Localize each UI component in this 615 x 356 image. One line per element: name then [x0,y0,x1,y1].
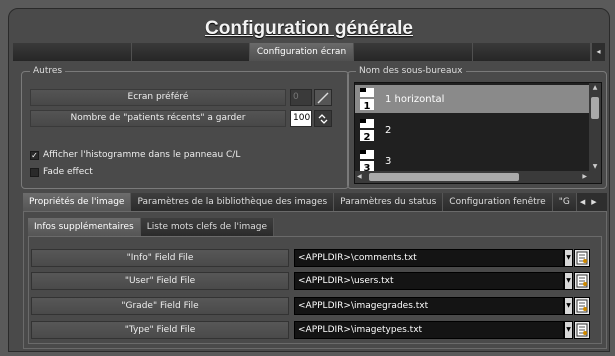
sub-tab-bar: Infos supplémentaires Liste mots clefs d… [28,218,275,236]
desktop-grid-icon: 1 [360,88,374,111]
checkbox-checked-icon[interactable]: ✓ [30,150,39,160]
user-field-row: "User" Field File <APPLDIR>\users.txt ▼ [31,272,590,290]
fade-effect-label: Fade effect [43,167,93,177]
tab-scroll-left-icon[interactable]: ◀ [577,193,588,211]
grade-field-label: "Grade" Field File [31,297,289,315]
list-item[interactable]: 2 2 [355,116,589,144]
tab-g[interactable]: "G [552,193,577,211]
vertical-scrollbar[interactable]: ▲ ▼ [589,83,601,171]
patients-recents-input[interactable]: 100 [290,110,312,127]
sous-bureaux-list[interactable]: 1 1 horizontal 2 2 3 3 ▲ ▼ ◀ ▶ [354,82,602,184]
info-field-row: "Info" Field File <APPLDIR>\comments.txt… [31,249,590,267]
grade-field-input[interactable]: <APPLDIR>\imagegrades.txt [294,297,564,315]
user-field-label: "User" Field File [31,272,289,290]
tab-configuration-fenetre[interactable]: Configuration fenêtre [443,193,553,211]
tab-scroll-left-icon[interactable]: ◂ [591,43,605,61]
page-title: Configuration générale [205,18,413,39]
svg-text:2: 2 [364,132,371,142]
tab-hidden-1[interactable] [13,43,132,61]
type-field-label: "Type" Field File [31,321,289,339]
chevron-down-icon[interactable]: ▼ [564,272,573,290]
desktop-grid-icon: 3 [360,150,374,173]
top-tab-strip: Configuration écran ◂ [13,43,605,61]
pen-icon[interactable] [314,89,332,106]
tab-hidden-4[interactable] [472,43,591,61]
scroll-left-icon[interactable]: ◀ [357,171,362,183]
fade-effect-checkbox[interactable]: Fade effect [30,167,93,177]
tab-parametres-bibliotheque[interactable]: Paramètres de la bibliothèque des images [131,193,335,211]
file-browse-icon[interactable] [574,297,590,315]
info-field-label: "Info" Field File [31,249,289,267]
tab-configuration-ecran[interactable]: Configuration écran [250,43,354,61]
grade-field-row: "Grade" Field File <APPLDIR>\imagegrades… [31,297,590,315]
tab-proprietes-image[interactable]: Propriétés de l'image [23,193,132,211]
main-tab-bar: Propriétés de l'image Paramètres de la b… [23,193,607,211]
checkbox-unchecked-icon[interactable] [30,167,39,177]
ecran-prefere-label: Ecran préféré [30,89,286,106]
file-browse-icon[interactable] [574,321,590,339]
scroll-right-icon[interactable]: ▶ [582,171,587,183]
tab-hidden-3[interactable] [354,43,473,61]
tab-liste-mots-clefs[interactable]: Liste mots clefs de l'image [140,218,275,236]
file-browse-icon[interactable] [574,249,590,267]
autres-legend: Autres [30,66,66,76]
tab-parametres-status[interactable]: Paramètres du status [334,193,444,211]
tab-infos-supplementaires[interactable]: Infos supplémentaires [28,218,141,236]
autres-group: Autres Ecran préféré 0 Nombre de "patien… [21,66,349,189]
scroll-down-icon[interactable]: ▼ [589,163,601,170]
tab-hidden-2[interactable] [131,43,250,61]
chevron-down-icon[interactable]: ▼ [564,249,573,267]
list-item[interactable]: 1 1 horizontal [355,85,589,113]
stepper-icon[interactable] [314,110,332,127]
desktop-grid-icon: 2 [360,119,374,142]
list-item-label: 2 [385,124,392,136]
tab-scroll-right-icon[interactable]: ▶ [588,193,599,211]
list-item-label: 3 [385,155,392,167]
histogramme-label: Afficher l'histogramme dans le panneau C… [43,150,241,160]
type-field-input[interactable]: <APPLDIR>\imagetypes.txt [294,321,564,339]
config-window: Configuration générale Configuration écr… [8,8,610,352]
horizontal-scrollbar[interactable]: ◀ ▶ [355,171,601,183]
patients-recents-label: Nombre de "patients récents" a garder [30,110,286,127]
file-browse-icon[interactable] [574,272,590,290]
sous-bureaux-group: Nom des sous-bureaux 1 1 horizontal 2 2 [347,66,607,189]
ecran-prefere-input[interactable]: 0 [290,89,312,106]
user-field-input[interactable]: <APPLDIR>\users.txt [294,272,564,290]
svg-text:1: 1 [364,101,371,111]
sous-bureaux-legend: Nom des sous-bureaux [356,66,466,76]
type-field-row: "Type" Field File <APPLDIR>\imagetypes.t… [31,321,590,339]
chevron-down-icon[interactable]: ▼ [564,321,573,339]
histogramme-checkbox[interactable]: ✓ Afficher l'histogramme dans le panneau… [30,150,240,160]
list-item-label: 1 horizontal [385,93,445,105]
scroll-up-icon[interactable]: ▲ [589,84,601,91]
chevron-down-icon[interactable]: ▼ [564,297,573,315]
info-field-input[interactable]: <APPLDIR>\comments.txt [294,249,564,267]
